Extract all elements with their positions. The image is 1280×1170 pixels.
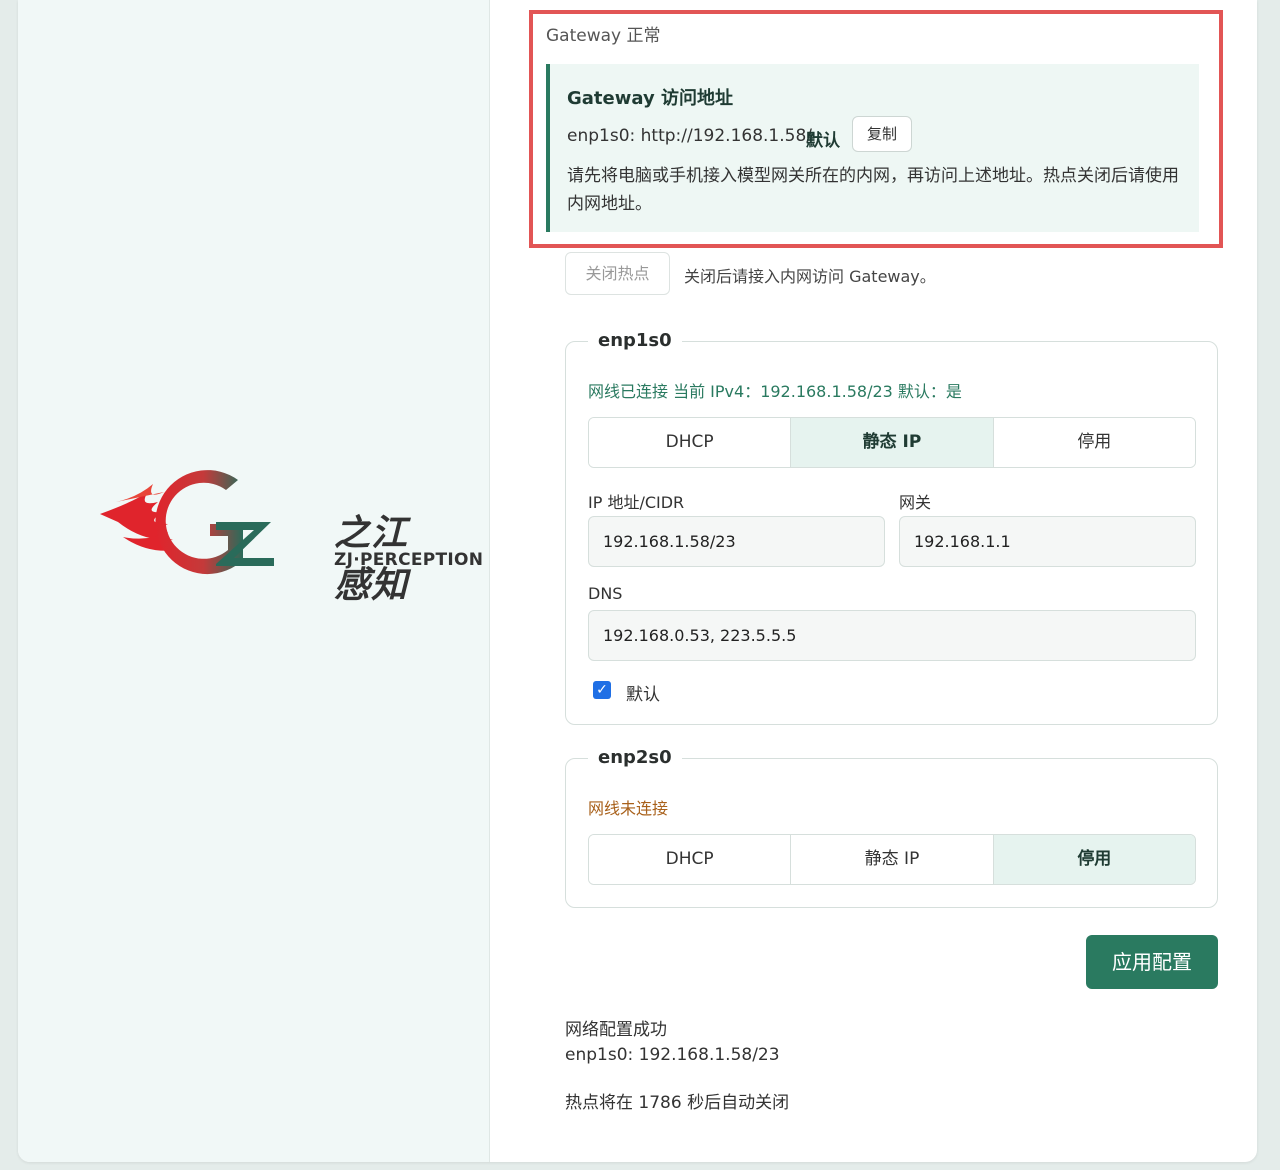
iface-enp2s0: enp2s0 网线未连接 DHCP 静态 IP 停用: [565, 747, 1218, 908]
mode-dhcp-button[interactable]: DHCP: [589, 835, 792, 884]
ip-label: IP 地址/CIDR: [588, 493, 685, 512]
iface-status-connected: 网线已连接 当前 IPv4：192.168.1.58/23 默认：是: [588, 382, 962, 401]
mode-static-button[interactable]: 静态 IP: [791, 418, 994, 467]
result-detail: enp1s0: 192.168.1.58/23: [565, 1045, 780, 1065]
default-checkbox-label: 默认: [626, 685, 660, 705]
dns-label: DNS: [588, 584, 623, 603]
brand-pane: 之江感知 ZJ·PERCEPTION: [18, 0, 490, 1162]
gateway-note: 请先将电脑或手机接入模型网关所在的内网，再访问上述地址。热点关闭后请使用内网地址…: [567, 166, 1179, 214]
mode-dhcp-button[interactable]: DHCP: [589, 418, 792, 467]
iface-name: enp1s0: [588, 330, 682, 351]
mode-selector: DHCP 静态 IP 停用: [588, 834, 1196, 885]
mode-static-button[interactable]: 静态 IP: [791, 835, 994, 884]
brand-name-en: ZJ·PERCEPTION: [334, 550, 484, 570]
mode-disable-button[interactable]: 停用: [993, 835, 1195, 884]
setup-card: 之江感知 ZJ·PERCEPTION Gateway 正常 Gateway 访问…: [18, 0, 1257, 1162]
mode-disable-button[interactable]: 停用: [993, 418, 1195, 467]
copy-button[interactable]: 复制: [852, 116, 912, 152]
iface-name: enp2s0: [588, 747, 682, 768]
hotspot-countdown: 热点将在 1786 秒后自动关闭: [565, 1093, 790, 1113]
iface-enp1s0: enp1s0 网线已连接 当前 IPv4：192.168.1.58/23 默认：…: [565, 330, 1218, 725]
gateway-status: Gateway 正常: [546, 26, 661, 46]
hotspot-note: 关闭后请接入内网访问 Gateway。: [684, 267, 936, 286]
brand-logo: 之江感知 ZJ·PERCEPTION: [98, 462, 483, 606]
iface-status-disconnected: 网线未连接: [588, 799, 669, 818]
close-hotspot-button[interactable]: 关闭热点: [565, 252, 670, 295]
default-checkbox[interactable]: ✓: [593, 681, 611, 699]
gateway-address: enp1s0: http://192.168.1.58/: [567, 126, 813, 146]
gateway-address-panel: Gateway 访问地址 enp1s0: http://192.168.1.58…: [546, 64, 1199, 232]
default-tag: 默认: [806, 131, 840, 151]
mode-selector: DHCP 静态 IP 停用: [588, 417, 1196, 468]
g-flame-logo-icon: [100, 470, 274, 575]
result-title: 网络配置成功: [565, 1020, 667, 1040]
ip-cidr-input[interactable]: [588, 516, 885, 567]
gateway-label: 网关: [899, 493, 932, 512]
gateway-input[interactable]: [899, 516, 1196, 567]
config-pane: Gateway 正常 Gateway 访问地址 enp1s0: http://1…: [489, 0, 1257, 1162]
gateway-panel-title: Gateway 访问地址: [567, 88, 733, 109]
dns-input[interactable]: [588, 610, 1196, 661]
apply-config-button[interactable]: 应用配置: [1086, 935, 1218, 989]
